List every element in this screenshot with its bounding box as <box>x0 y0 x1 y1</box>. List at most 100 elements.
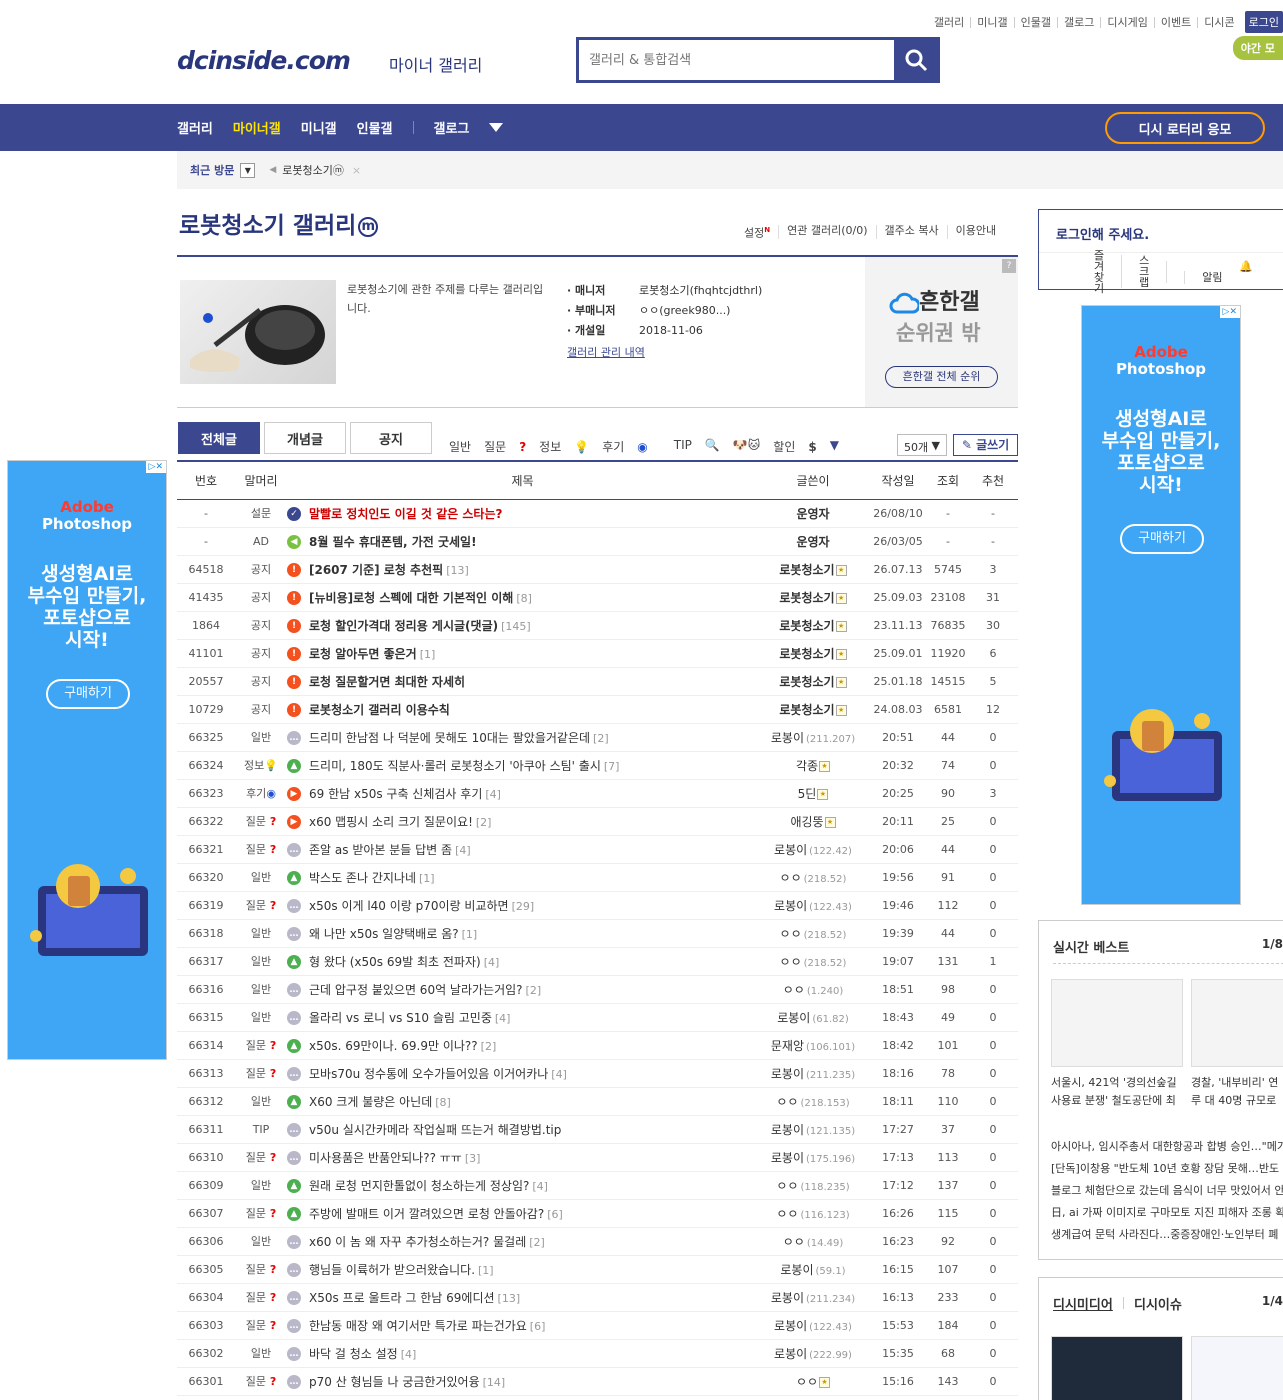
post-title[interactable]: X50s 프로 울트라 그 한남 69에디션 <box>309 1291 495 1305</box>
table-row[interactable]: 66317 일반 ▲ 형 왔다 (x50s 69발 최초 전파자) [4] ㅇㅇ (218.… <box>177 947 1018 976</box>
post-writer[interactable]: ㅇㅇ (218.52) <box>758 947 868 976</box>
table-row[interactable]: 66321 질문 ?… 존알 as 받아본 분들 답변 좀 [4] 로봉이 (122.42… <box>177 835 1018 864</box>
post-writer[interactable]: 각종 ★ <box>758 751 868 780</box>
issue-tab[interactable]: 디시이슈 <box>1134 1294 1182 1313</box>
night-mode-toggle[interactable]: 야간 모 <box>1232 36 1283 60</box>
search-input[interactable] <box>579 40 894 80</box>
post-title[interactable]: 69 한남 x50s 구축 신체검사 후기 <box>309 787 482 801</box>
table-row[interactable]: 66320 일반 ▲ 박스도 존나 간지나네 [1] ㅇㅇ (218.52) 19:56 91 0 <box>177 863 1018 892</box>
post-writer[interactable]: 운영자 <box>758 527 868 556</box>
table-row[interactable]: 66302 일반… 바닥 걸 청소 설정 [4] 로봉이 (222.99) 15:35 68 0 <box>177 1339 1018 1368</box>
post-title[interactable]: 근데 압구정 붙있으면 60억 날라가는거임? <box>309 983 523 997</box>
post-writer[interactable]: ㅇㅇ (118.235) <box>758 1171 868 1200</box>
close-icon[interactable]: × <box>352 164 361 177</box>
comment-count[interactable]: [8] <box>435 1096 451 1109</box>
post-title-cell[interactable]: ! [2607 기준] 로청 추천픽 [13] <box>287 555 758 584</box>
post-writer[interactable]: 운영자 <box>758 499 868 528</box>
comment-count[interactable]: [4] <box>455 844 471 857</box>
best-list-item[interactable]: 블로그 체험단으로 갔는데 음식이 너무 맛있어서 안 <box>1051 1180 1283 1202</box>
comment-count[interactable]: [2] <box>481 1040 497 1053</box>
head-pet[interactable]: 🐶🐱 <box>733 438 760 455</box>
top-link[interactable]: 디시게임 <box>1100 16 1153 28</box>
post-title[interactable]: 왜 나만 x50s 일양택배로 옴? <box>309 927 459 941</box>
best-list-item[interactable]: 日, ai 가짜 이미지로 구마모토 지진 피해자 조롱 확 <box>1051 1202 1283 1224</box>
table-row[interactable]: 66318 일반… 왜 나만 x50s 일양택배로 옴? [1] ㅇㅇ (218.52) 1… <box>177 919 1018 948</box>
table-row[interactable]: 66324 정보💡 ▲ 드리미, 180도 직분사·롤러 로봇청소기 '아쿠아 스팀'… <box>177 751 1018 780</box>
post-writer[interactable]: ㅇㅇ (218.52) <box>758 919 868 948</box>
list-count-select[interactable]: 50개 ▼ <box>897 434 947 456</box>
table-row[interactable]: 66311 TIP… v50u 실시간카메라 작업실패 뜨는거 해결방법.tip 로봉… <box>177 1115 1018 1144</box>
post-title-cell[interactable]: ◀ 8월 필수 휴대폰템, 가전 굿세일! <box>287 527 758 556</box>
post-title-cell[interactable]: ✓ 말빨로 정치인도 이길 것 같은 스타는? <box>287 499 758 528</box>
post-title[interactable]: p70 산 형님들 나 궁금한거있어융 <box>309 1375 480 1389</box>
top-link[interactable]: 미니갤 <box>970 16 1013 28</box>
recent-visit-dropdown[interactable]: ▼ <box>240 162 256 178</box>
prev-arrow-icon[interactable]: ◀ <box>269 165 276 175</box>
comment-count[interactable]: [14] <box>483 1376 506 1389</box>
gnb-gallog[interactable]: 갤로그 <box>434 118 470 137</box>
login-prompt[interactable]: 로그인해 주세요. <box>1056 224 1149 243</box>
post-title[interactable]: 모바s70u 정수통에 오수가들어있음 이거어카나 <box>309 1067 548 1081</box>
comment-count[interactable]: [1] <box>419 872 435 885</box>
post-title[interactable]: 형 왔다 (x50s 69발 최초 전파자) <box>309 955 481 969</box>
table-row[interactable]: 66307 질문 ? ▲ 주방에 발매트 이거 깔려있으면 로청 안돌아감? [6] ㅇㅇ… <box>177 1199 1018 1228</box>
post-writer[interactable]: 로봇청소기 ★ <box>758 639 868 668</box>
write-button[interactable]: ✎ 글쓰기 <box>953 434 1018 456</box>
post-title[interactable]: 미사용품은 반품안되나?? ㅠㅠ <box>309 1151 462 1165</box>
table-row[interactable]: 66305 질문 ?… 행님들 이륙허가 받으러왔습니다. [1] 로봉이 (59.1) 1… <box>177 1255 1018 1284</box>
post-title-cell[interactable]: ! 로청 할인가격대 정리용 게시글(댓글) [145] <box>287 611 758 640</box>
table-row[interactable]: 66303 질문 ?… 한남동 매장 왜 여기서만 특가로 파는건가요 [6] 로봉이(… <box>177 1311 1018 1340</box>
comment-count[interactable]: [1] <box>462 928 478 941</box>
best-thumb-1[interactable] <box>1051 979 1183 1067</box>
post-title[interactable]: 드리미, 180도 직분사·롤러 로봇청소기 '아쿠아 스팀' 출시 <box>309 759 601 773</box>
tab-recommended[interactable]: 개념글 <box>264 422 346 454</box>
post-title[interactable]: x60 맵핑시 소리 크기 질문이요! <box>309 815 473 829</box>
chevron-down-icon[interactable] <box>489 122 504 133</box>
post-title[interactable]: 주방에 발매트 이거 깔려있으면 로청 안돌아감? <box>309 1207 544 1221</box>
recent-visit-label[interactable]: 최근 방문 <box>190 162 234 178</box>
comment-count[interactable]: [7] <box>604 760 620 773</box>
ad-choices-icon[interactable]: ▷✕ <box>145 461 166 473</box>
post-title[interactable]: 드리미 한남점 나 덕분에 못해도 10대는 팔았을거같은데 <box>309 731 590 745</box>
post-title-cell[interactable]: … p70 산 형님들 나 궁금한거있어융 [14] <box>287 1367 758 1396</box>
comment-count[interactable]: [2] <box>476 816 492 829</box>
post-title[interactable]: v50u 실시간카메라 작업실패 뜨는거 해결방법.tip <box>309 1123 561 1137</box>
lottery-button[interactable]: 디시 로터리 응모 <box>1105 112 1265 144</box>
post-writer[interactable]: 로봉이 (61.82) <box>758 1003 868 1032</box>
comment-count[interactable]: [4] <box>532 1180 548 1193</box>
ad-buy-button[interactable]: 구매하기 <box>1120 524 1204 554</box>
favorites-link[interactable]: 즐겨찾기 <box>1039 250 1121 294</box>
table-row[interactable]: 10729 공지! 로봇청소기 갤러리 이용수칙 로봇청소기 ★ 24.08.03 6581… <box>177 695 1018 724</box>
table-row[interactable]: 66312 일반 ▲ X60 크게 불량은 아닌데 [8] ㅇㅇ (218.153) 18:1… <box>177 1087 1018 1116</box>
table-row[interactable]: 66313 질문 ?… 모바s70u 정수통에 오수가들어있음 이거어카나 [4] 로봉… <box>177 1059 1018 1088</box>
post-title[interactable]: 한남동 매장 왜 여기서만 특가로 파는건가요 <box>309 1319 527 1333</box>
post-title[interactable]: 올라리 vs 로니 vs S10 슬림 고민중 <box>309 1011 492 1025</box>
post-title[interactable]: 로청 질문할거면 최대한 자세히 <box>309 675 465 689</box>
table-row[interactable]: 66309 일반 ▲ 원래 로청 먼지한톨없이 청소하는게 정상임? [4] ㅇㅇ (118… <box>177 1171 1018 1200</box>
post-writer[interactable]: 로봇청소기 ★ <box>758 555 868 584</box>
table-row[interactable]: 66301 질문 ?… p70 산 형님들 나 궁금한거있어융 [14] ㅇㅇ ★ 15:1… <box>177 1367 1018 1396</box>
table-row[interactable]: 66323 후기◉ ▶ 69 한남 x50s 구축 신체검사 후기 [4] 5딘 ★ 20:2… <box>177 779 1018 808</box>
post-writer[interactable]: 로봇청소기 ★ <box>758 583 868 612</box>
head-general[interactable]: 일반 <box>449 438 471 455</box>
submanager-value[interactable]: ㅇㅇ(greek980...) <box>639 301 730 321</box>
table-row[interactable]: 1864 공지! 로청 할인가격대 정리용 게시글(댓글) [145] 로봇청소기 ★ 23… <box>177 611 1018 640</box>
table-row[interactable]: 66304 질문 ?… X50s 프로 울트라 그 한남 69에디션 [13] 로봉이(… <box>177 1283 1018 1312</box>
post-title-cell[interactable]: ! 로청 질문할거면 최대한 자세히 <box>287 667 758 696</box>
gallery-title[interactable]: 로봇청소기 갤러리 m <box>179 206 379 240</box>
post-writer[interactable]: 5딘 ★ <box>758 779 868 808</box>
post-title-cell[interactable]: ▲ X60 크게 불량은 아닌데 [8] <box>287 1087 758 1116</box>
top-link[interactable]: 이벤트 <box>1153 16 1197 28</box>
post-title-cell[interactable]: ▲ x50s. 69만이나. 69.9만 이나?? [2] <box>287 1031 758 1060</box>
comment-count[interactable]: [13] <box>446 564 469 577</box>
post-writer[interactable]: 로봉이 (59.1) <box>758 1255 868 1284</box>
post-title-cell[interactable]: ▲ 박스도 존나 간지나네 [1] <box>287 863 758 892</box>
table-row[interactable]: 20557 공지! 로청 질문할거면 최대한 자세히 로봇청소기 ★ 25.01.18 14… <box>177 667 1018 696</box>
top-link[interactable]: 디시콘 <box>1197 16 1240 28</box>
comment-count[interactable]: [1] <box>478 1264 494 1277</box>
ad-banner-right[interactable]: ▷✕ Adobe Photoshop 생성형AI로 부수입 만들기, 포토샵으로 시작!… <box>1081 305 1241 905</box>
post-title-cell[interactable]: … 올라리 vs 로니 vs S10 슬림 고민중 [4] <box>287 1003 758 1032</box>
post-title[interactable]: 로청 할인가격대 정리용 게시글(댓글) <box>309 619 498 633</box>
comment-count[interactable]: [4] <box>485 788 501 801</box>
best-thumb-2[interactable] <box>1191 979 1283 1067</box>
